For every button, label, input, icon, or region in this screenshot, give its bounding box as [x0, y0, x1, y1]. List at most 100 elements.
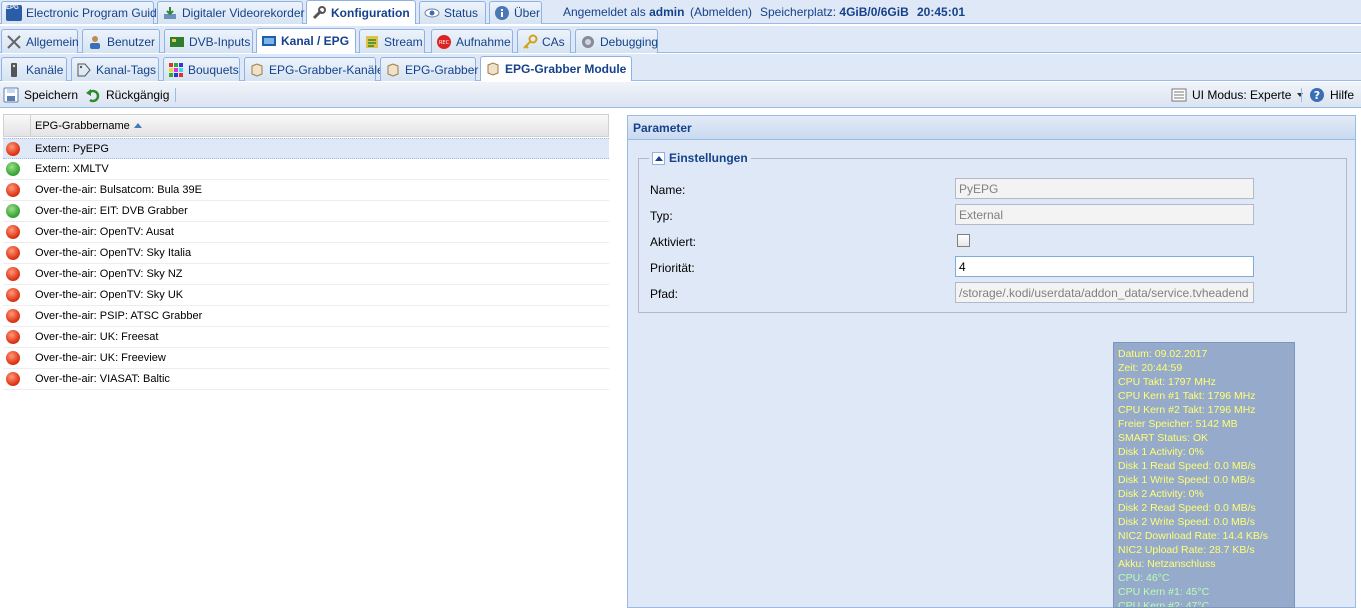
grabber-icon	[249, 62, 265, 78]
tab-config[interactable]: Konfiguration	[306, 0, 416, 24]
overlay-line: CPU Takt: 1797 MHz	[1118, 376, 1216, 388]
overlay-line: Disk 1 Activity: 0%	[1118, 446, 1204, 458]
overlay-line: Disk 1 Read Speed: 0.0 MB/s	[1118, 460, 1256, 472]
overlay-temp-line: CPU Kern #2: 47°C	[1118, 600, 1210, 608]
tab-bouquets[interactable]: Bouquets	[163, 57, 240, 81]
table-row[interactable]: Over-the-air: UK: Freeview	[3, 348, 609, 369]
tab-channel-epg[interactable]: Kanal / EPG	[256, 28, 356, 53]
config-nav: Allgemein Benutzer DVB-Inputs Kanal / EP…	[0, 26, 1361, 53]
grabber-name: Over-the-air: UK: Freeview	[35, 352, 166, 364]
save-button[interactable]: Speichern	[3, 86, 78, 104]
tab-epg[interactable]: EPG Electronic Program Guide	[1, 1, 163, 24]
tab-stream[interactable]: Stream	[359, 29, 425, 53]
epg-icon: EPG	[6, 5, 22, 21]
user-icon	[87, 34, 103, 50]
overlay-line: Disk 2 Write Speed: 0.0 MB/s	[1118, 516, 1255, 528]
path-label: Pfad:	[650, 287, 679, 301]
grabber-name: Over-the-air: Bulsatcom: Bula 39E	[35, 184, 202, 196]
status-disabled-icon	[6, 351, 20, 365]
tab-epg-grabber-modules[interactable]: EPG-Grabber Module	[480, 56, 632, 81]
overlay-line: NIC2 Upload Rate: 28.7 KB/s	[1118, 544, 1255, 556]
table-row[interactable]: Over-the-air: Bulsatcom: Bula 39E	[3, 180, 609, 201]
settings-fieldset: Einstellungen Name: Typ: Aktiviert: Prio…	[638, 151, 1347, 313]
table-row[interactable]: Over-the-air: UK: Freesat	[3, 327, 609, 348]
priority-label: Priorität:	[650, 261, 695, 275]
name-field[interactable]	[955, 178, 1254, 199]
type-field[interactable]	[955, 204, 1254, 225]
tab-epg-grabber[interactable]: EPG-Grabber	[380, 57, 478, 81]
tab-dvb-inputs[interactable]: DVB-Inputs	[164, 29, 253, 53]
tab-recording[interactable]: REC Aufnahme	[431, 29, 513, 53]
tab-epg-grabber-channels[interactable]: EPG-Grabber-Kanäle	[244, 57, 384, 81]
ui-mode-dropdown[interactable]: UI Modus: Experte	[1171, 86, 1304, 104]
sort-ascending-icon	[133, 123, 142, 128]
overlay-line: Akku: Netzanschluss	[1118, 558, 1216, 570]
table-row[interactable]: Over-the-air: PSIP: ATSC Grabber	[3, 306, 609, 327]
username: admin	[649, 4, 685, 19]
storage-value: 4GiB/0/6GiB	[839, 4, 909, 19]
tab-cas[interactable]: CAs	[517, 29, 571, 53]
panel-title: Parameter	[628, 116, 1355, 140]
table-row[interactable]: Over-the-air: EIT: DVB Grabber	[3, 201, 609, 222]
settings-legend[interactable]: Einstellungen	[649, 151, 751, 165]
grabber-name: Over-the-air: EIT: DVB Grabber	[35, 205, 188, 217]
status-disabled-icon	[6, 246, 20, 260]
collapse-icon[interactable]	[652, 151, 665, 165]
grabber-name-column-header[interactable]: EPG-Grabbername	[35, 120, 142, 132]
table-row[interactable]: Over-the-air: OpenTV: Ausat	[3, 222, 609, 243]
grabber-name: Extern: XMLTV	[35, 163, 109, 175]
table-row[interactable]: Extern: XMLTV	[3, 159, 609, 180]
channel-epg-nav: Kanäle Kanal-Tags Bouquets EPG-Grabber-K…	[0, 54, 1361, 81]
storage-info: Speicherplatz: 4GiB/0/6GiB	[760, 4, 909, 19]
tab-dvr[interactable]: Digitaler Videorekorder	[157, 1, 305, 24]
tab-channels[interactable]: Kanäle	[1, 57, 67, 81]
overlay-line: Freier Speicher: 5142 MB	[1118, 418, 1238, 430]
tv-icon	[261, 33, 277, 49]
type-label: Typ:	[650, 209, 673, 223]
login-status: Angemeldet als admin	[563, 4, 685, 19]
grid-icon	[168, 62, 184, 78]
status-column-header[interactable]	[4, 115, 31, 137]
main-nav: EPG Electronic Program Guide Digitaler V…	[0, 0, 1361, 24]
system-info-overlay: Datum: 09.02.2017 Zeit: 20:44:59 CPU Takt:…	[1113, 342, 1295, 608]
logout-link[interactable]: (Abmelden)	[690, 0, 752, 23]
clock: 20:45:01	[917, 4, 966, 19]
help-button[interactable]: ? Hilfe	[1309, 86, 1354, 104]
tab-users[interactable]: Benutzer	[82, 29, 160, 53]
grabber-name: Over-the-air: VIASAT: Baltic	[35, 373, 170, 385]
grabber-name: Over-the-air: OpenTV: Sky UK	[35, 289, 184, 301]
grabber-name: Over-the-air: OpenTV: Sky NZ	[35, 268, 183, 280]
grabber-name: Extern: PyEPG	[35, 142, 109, 155]
table-row[interactable]: Over-the-air: VIASAT: Baltic	[3, 369, 609, 390]
status-disabled-icon	[6, 141, 20, 156]
table-row[interactable]: Over-the-air: OpenTV: Sky UK	[3, 285, 609, 306]
status-enabled-icon	[6, 204, 20, 218]
status-disabled-icon	[6, 267, 20, 281]
overlay-temp-line: CPU Kern #1: 45°C	[1118, 586, 1210, 598]
status-enabled-icon	[6, 162, 20, 176]
tab-general[interactable]: Allgemein	[1, 29, 79, 53]
tab-status[interactable]: Status	[419, 1, 486, 24]
priority-field[interactable]	[955, 256, 1254, 277]
table-row[interactable]: Over-the-air: OpenTV: Sky Italia	[3, 243, 609, 264]
overlay-line: Zeit: 20:44:59	[1118, 362, 1183, 374]
enabled-checkbox[interactable]	[957, 234, 970, 247]
tab-about[interactable]: Über	[489, 1, 542, 24]
tab-debugging[interactable]: Debugging	[575, 29, 658, 53]
overlay-line: Disk 2 Read Speed: 0.0 MB/s	[1118, 502, 1256, 514]
table-row[interactable]: Over-the-air: OpenTV: Sky NZ	[3, 264, 609, 285]
tab-channel-tags[interactable]: Kanal-Tags	[71, 57, 159, 81]
overlay-line: SMART Status: OK	[1118, 432, 1209, 444]
table-row[interactable]: Extern: PyEPG	[3, 138, 609, 159]
rec-icon: REC	[436, 34, 452, 50]
undo-button[interactable]: Rückgängig	[85, 86, 169, 104]
toolbar-separator	[1301, 88, 1302, 102]
status-disabled-icon	[6, 309, 20, 323]
path-field[interactable]	[955, 282, 1254, 303]
grabber-icon	[485, 61, 501, 77]
toolbar: Speichern Rückgängig UI Modus: Experte ?…	[0, 82, 1361, 108]
tab-label: Konfiguration	[331, 5, 410, 20]
grabber-name: Over-the-air: PSIP: ATSC Grabber	[35, 310, 203, 322]
overlay-line: Disk 2 Activity: 0%	[1118, 488, 1204, 500]
remote-icon	[6, 62, 22, 78]
